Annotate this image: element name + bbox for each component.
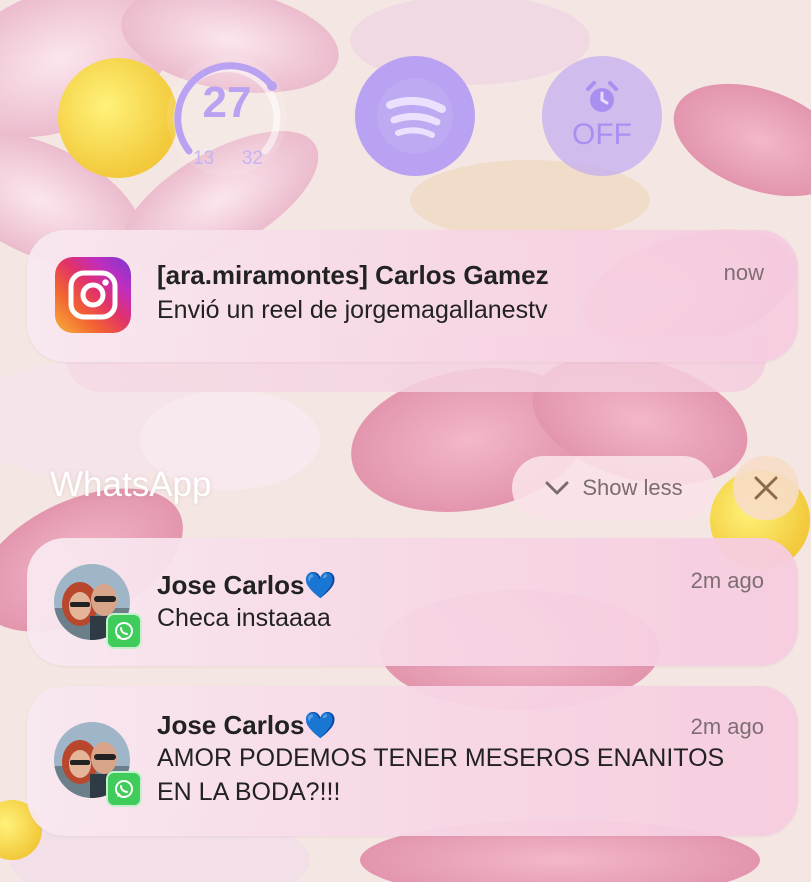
- message-time: 2m ago: [690, 714, 764, 739]
- close-icon: [754, 476, 778, 500]
- show-less-button[interactable]: Show less: [512, 456, 715, 520]
- alarm-status: OFF: [572, 118, 632, 151]
- whatsapp-notification[interactable]: Jose Carlos💙 Checa instaaaa 2m ago: [27, 538, 798, 666]
- notification-title: [ara.miramontes] Carlos Gamez: [157, 260, 549, 290]
- lock-screen: 27 13 32 OFF [ara.miramontes] Carlos Gam…: [0, 0, 811, 882]
- alarm-widget[interactable]: OFF: [542, 56, 662, 176]
- notification-time: now: [723, 260, 764, 285]
- notification-body: Envió un reel de jorgemagallanestv: [157, 296, 548, 324]
- whatsapp-notification[interactable]: Jose Carlos💙 AMOR PODEMOS TENER MESEROS …: [27, 686, 798, 836]
- high-temperature: 32: [241, 148, 263, 169]
- show-less-label: Show less: [582, 475, 683, 500]
- clear-group-button[interactable]: [733, 456, 799, 520]
- instagram-icon: [55, 257, 131, 333]
- message-body-line-2: EN LA BODA?!!!: [157, 778, 341, 806]
- spotify-widget[interactable]: [355, 56, 475, 176]
- message-sender: Jose Carlos💙: [157, 710, 337, 740]
- message-body: Checa instaaaa: [157, 604, 331, 632]
- whatsapp-icon: [106, 613, 142, 649]
- message-sender: Jose Carlos💙: [157, 570, 337, 600]
- alarm-clock-icon: [586, 81, 618, 112]
- whatsapp-icon: [106, 771, 142, 807]
- chevron-down-icon: [545, 481, 569, 495]
- temperature-range: 13 32: [193, 148, 263, 170]
- weather-widget[interactable]: 27 13 32: [167, 56, 287, 176]
- low-temperature: 13: [193, 148, 215, 169]
- notification-group-title: WhatsApp: [50, 465, 212, 504]
- message-body-line-1: AMOR PODEMOS TENER MESEROS ENANITOS: [157, 744, 725, 772]
- spotify-icon: [377, 78, 453, 154]
- message-time: 2m ago: [690, 568, 764, 593]
- current-temperature: 27: [202, 78, 252, 127]
- instagram-notification[interactable]: [ara.miramontes] Carlos Gamez Envió un r…: [27, 230, 798, 362]
